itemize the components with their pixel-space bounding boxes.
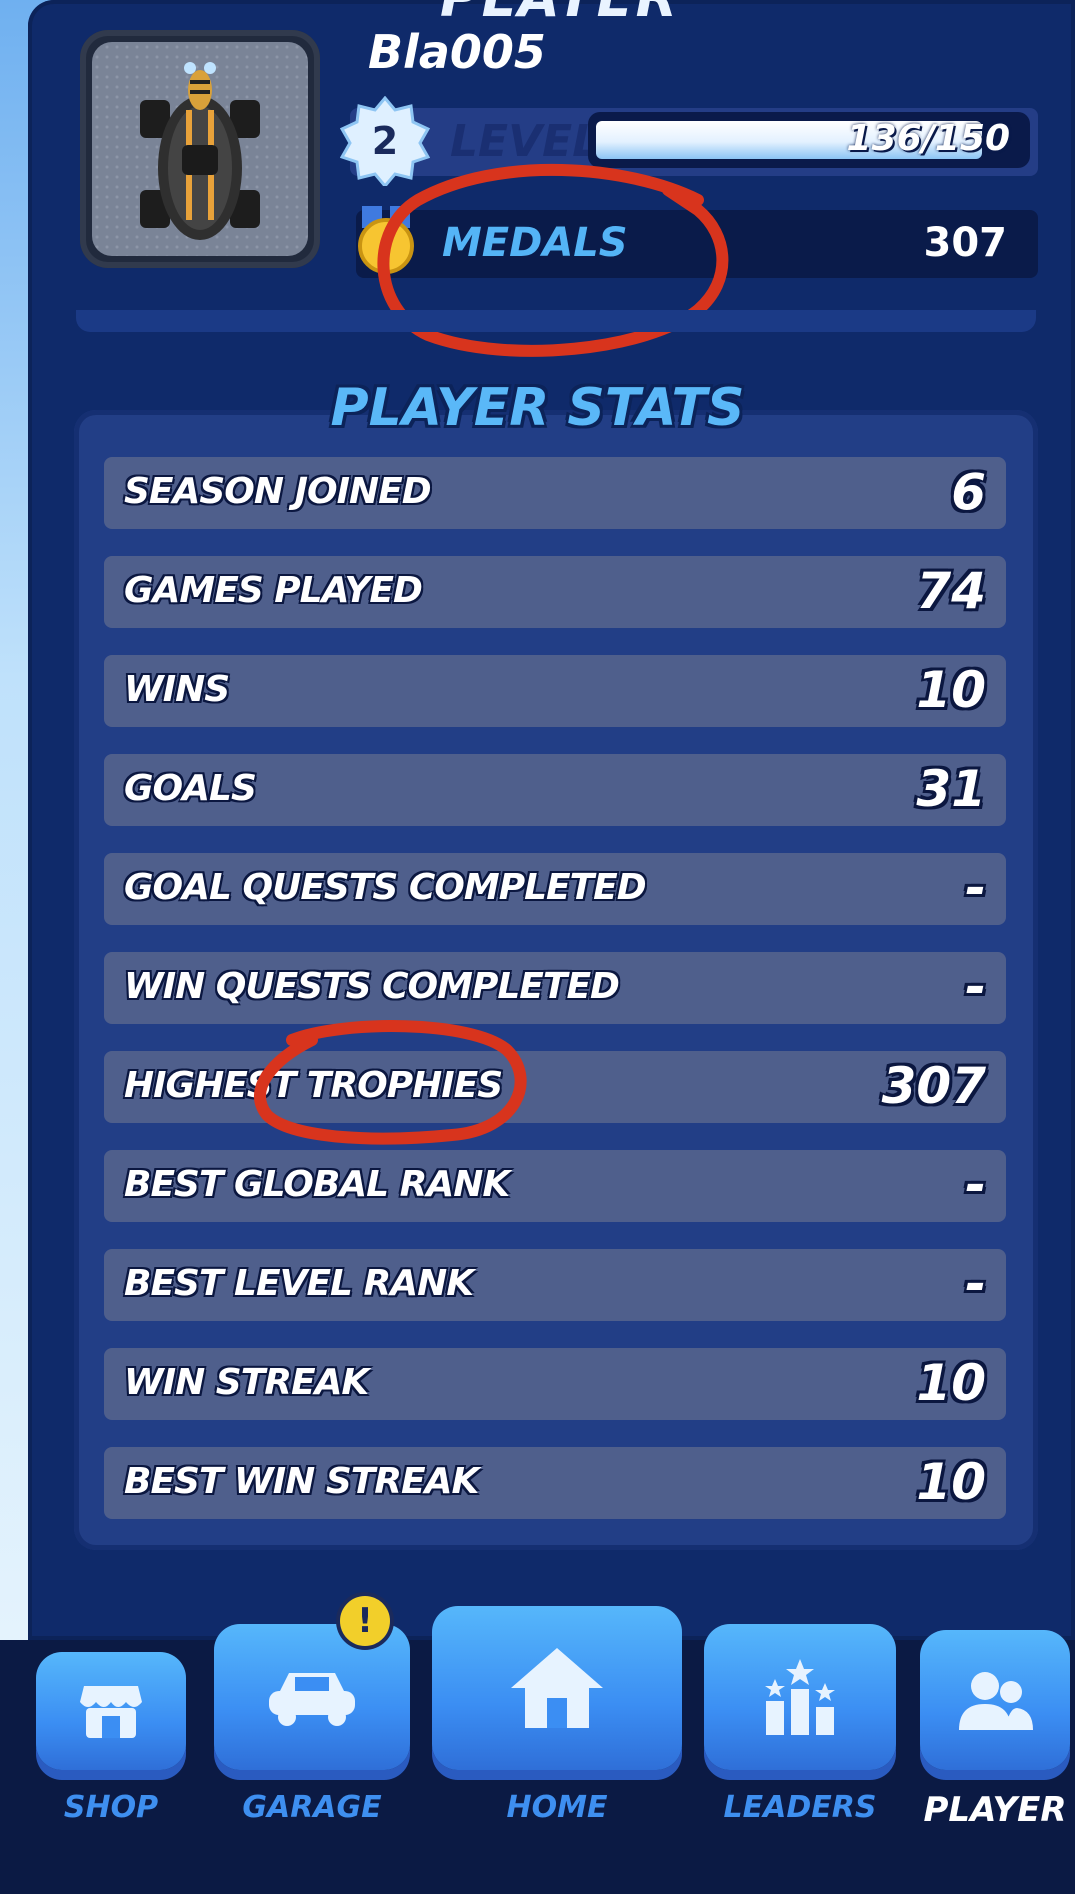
stat-label: SEASON JOINED bbox=[124, 471, 432, 512]
stat-value: - bbox=[965, 958, 986, 1016]
stat-label: GAMES PLAYED bbox=[124, 570, 423, 611]
stat-row-wins: WINS 10 bbox=[104, 655, 1006, 727]
stat-row-goals: GOALS 31 bbox=[104, 754, 1006, 826]
podium-icon bbox=[765, 1659, 835, 1735]
stat-value: 10 bbox=[916, 661, 986, 719]
xp-text: 136/150 bbox=[846, 118, 1010, 159]
stat-value: 74 bbox=[916, 562, 986, 620]
shop-icon bbox=[80, 1686, 142, 1738]
stat-value: - bbox=[965, 859, 986, 917]
stat-value: - bbox=[965, 1255, 986, 1313]
stat-row-best-global-rank: BEST GLOBAL RANK - bbox=[104, 1150, 1006, 1222]
stat-label: WINS bbox=[124, 669, 230, 710]
stat-value: 10 bbox=[916, 1453, 986, 1511]
car-icon bbox=[269, 1673, 355, 1726]
stat-label: GOALS bbox=[124, 768, 257, 809]
player-button[interactable] bbox=[920, 1630, 1070, 1770]
nav-label-player: PLAYER bbox=[923, 1790, 1067, 1830]
car-avatar-icon bbox=[140, 62, 260, 240]
stat-label: BEST GLOBAL RANK bbox=[124, 1164, 510, 1205]
nav-label-shop: SHOP bbox=[63, 1790, 159, 1825]
stat-row-best-win-streak: BEST WIN STREAK 10 bbox=[104, 1447, 1006, 1519]
leaders-button[interactable] bbox=[704, 1624, 896, 1770]
player-avatar[interactable] bbox=[80, 30, 320, 268]
annotation-circle-trophies bbox=[254, 1020, 527, 1145]
home-button[interactable] bbox=[432, 1606, 682, 1770]
stat-row-highest-trophies: HIGHEST TROPHIES 307 bbox=[104, 1051, 1006, 1123]
home-icon bbox=[511, 1648, 603, 1728]
stat-row-season-joined: SEASON JOINED 6 bbox=[104, 457, 1006, 529]
stat-row-games-played: GAMES PLAYED 74 bbox=[104, 556, 1006, 628]
stat-label: BEST WIN STREAK bbox=[124, 1461, 479, 1502]
stat-row-win-quests-completed: WIN QUESTS COMPLETED - bbox=[104, 952, 1006, 1024]
stat-label: BEST LEVEL RANK bbox=[124, 1263, 474, 1304]
nav-label-leaders: LEADERS bbox=[723, 1790, 877, 1825]
users-icon bbox=[959, 1672, 1033, 1730]
stat-value: 307 bbox=[881, 1057, 986, 1115]
stat-row-best-level-rank: BEST LEVEL RANK - bbox=[104, 1249, 1006, 1321]
garage-button[interactable] bbox=[214, 1624, 410, 1770]
stat-value: 6 bbox=[951, 463, 986, 521]
stat-value: - bbox=[965, 1156, 986, 1214]
header-divider bbox=[76, 310, 1036, 332]
medals-value: 307 bbox=[923, 220, 1008, 266]
stat-value: 10 bbox=[916, 1354, 986, 1412]
player-stats-title: PLAYER STATS bbox=[330, 378, 745, 438]
stat-label: WIN QUESTS COMPLETED bbox=[124, 966, 620, 1007]
stat-row-win-streak: WIN STREAK 10 bbox=[104, 1348, 1006, 1420]
stat-value: 31 bbox=[916, 760, 986, 818]
stat-row-goal-quests-completed: GOAL QUESTS COMPLETED - bbox=[104, 853, 1006, 925]
shop-button[interactable] bbox=[36, 1652, 186, 1770]
stat-label: WIN STREAK bbox=[124, 1362, 369, 1403]
nav-label-home: HOME bbox=[506, 1790, 608, 1825]
garage-alert-badge: ! bbox=[340, 1596, 390, 1646]
player-name: Bla005 bbox=[368, 25, 546, 79]
nav-label-garage: GARAGE bbox=[242, 1790, 382, 1825]
stat-label: GOAL QUESTS COMPLETED bbox=[124, 867, 647, 908]
